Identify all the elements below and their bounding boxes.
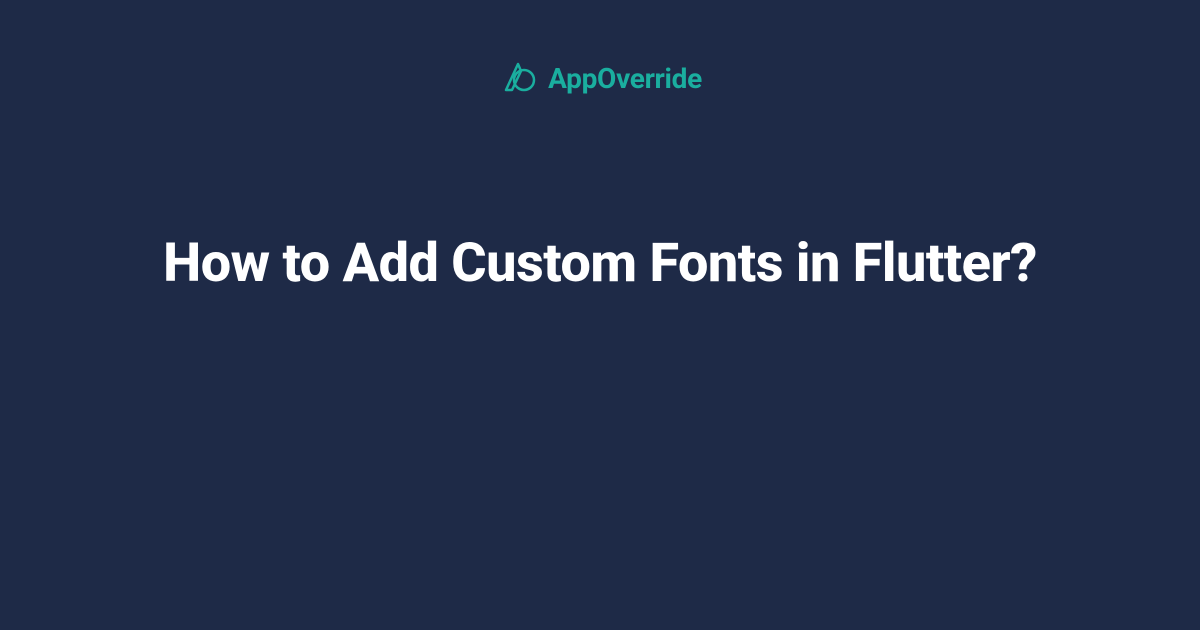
brand-name: AppOverride bbox=[548, 62, 702, 95]
brand-header: AppOverride bbox=[498, 58, 702, 98]
page-title: How to Add Custom Fonts in Flutter? bbox=[100, 228, 1100, 301]
brand-logo-icon bbox=[498, 58, 538, 98]
title-container: How to Add Custom Fonts in Flutter? bbox=[0, 228, 1200, 301]
